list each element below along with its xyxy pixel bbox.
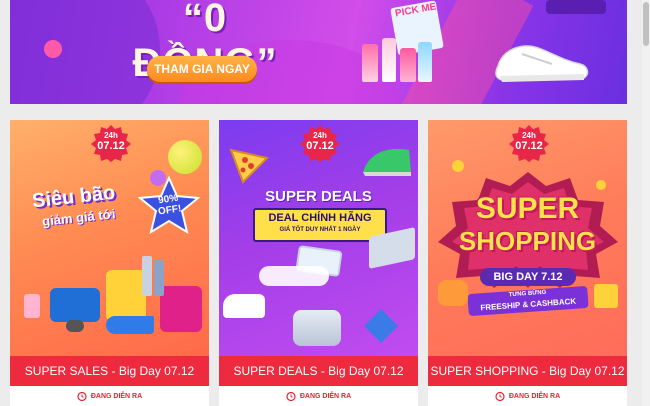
perfume-bottle-image xyxy=(24,294,40,318)
campaign-poster[interactable]: 24h 07.12 Siêu bão giảm giá tới 90% OFF! xyxy=(10,120,209,356)
pizza-image xyxy=(229,148,269,184)
badge-date: 07.12 xyxy=(97,140,125,152)
campaign-card-super-shopping[interactable]: 24h 07.12 SUPER SHOPPING BIG DAY 7.12 TƯ… xyxy=(428,120,627,406)
campaign-status: ĐANG DIỄN RA xyxy=(10,388,209,406)
campaign-status: ĐANG DIỄN RA xyxy=(428,388,627,406)
scooter-image xyxy=(438,280,468,306)
status-label: ĐANG DIỄN RA xyxy=(508,393,561,400)
cosmetic-bottle-image xyxy=(382,38,396,82)
badge-date: 07.12 xyxy=(515,140,543,152)
poster-headline: SUPER DEALS xyxy=(265,188,372,205)
handbag-image xyxy=(106,270,146,320)
deal-box: DEAL CHÍNH HÃNG GIÁ TỐT DUY NHẤT 1 NGÀY xyxy=(253,208,387,242)
sneaker-image xyxy=(495,45,589,82)
iron-image xyxy=(363,148,411,176)
high-heel-image xyxy=(106,316,154,334)
gift-box-image xyxy=(594,284,618,308)
decor-coin xyxy=(596,180,606,190)
cosmetic-bottle-image xyxy=(418,42,432,82)
campaign-card-super-sales[interactable]: 24h 07.12 Siêu bão giảm giá tới 90% OFF!… xyxy=(10,120,209,406)
perfume-bottle-image xyxy=(154,260,164,296)
decor-coin xyxy=(452,160,464,172)
decor-ball xyxy=(168,140,202,174)
hero-decor-bag xyxy=(546,0,606,14)
date-badge-text: 24h 07.12 xyxy=(299,130,341,152)
status-label: ĐANG DIỄN RA xyxy=(90,393,143,400)
scrollbar-thumb[interactable] xyxy=(643,2,649,46)
date-badge-text: 24h 07.12 xyxy=(90,130,132,152)
date-badge-text: 24h 07.12 xyxy=(508,130,550,152)
page-scrollbar[interactable] xyxy=(642,0,650,406)
pick-me-bag-image: PICK ME xyxy=(390,0,444,56)
handbag-image xyxy=(160,286,202,332)
cosmetic-bottle-image xyxy=(362,44,378,82)
badge-date: 07.12 xyxy=(306,140,334,152)
campaign-title[interactable]: SUPER SALES - Big Day 07.12 xyxy=(10,356,209,386)
campaign-poster[interactable]: 24h 07.12 SUPER DEALS DEAL CHÍNH HÃNG GI… xyxy=(219,120,418,356)
poster-offer: GIÁ TỐT DUY NHẤT 1 NGÀY xyxy=(279,227,361,233)
alarm-clock-icon xyxy=(495,392,505,402)
cosmetic-bottle-image xyxy=(400,48,416,82)
wristwatch-image xyxy=(66,320,84,332)
campaign-title[interactable]: SUPER DEALS - Big Day 07.12 xyxy=(219,356,418,386)
rice-cooker-image xyxy=(293,310,341,346)
poster-headline: SUPER xyxy=(475,192,580,225)
freeship-banner: TƯNG BỪNG FREESHIP & CASHBACK xyxy=(467,285,589,317)
handbag-image xyxy=(50,288,100,322)
join-now-button[interactable]: THAM GIA NGAY xyxy=(147,56,257,82)
hero-banner[interactable]: “0 ĐỒNG” THAM GIA NGAY PICK ME xyxy=(10,0,627,104)
sneaker-image xyxy=(223,294,265,318)
status-label: ĐANG DIỄN RA xyxy=(299,393,352,400)
hero-decor-dot xyxy=(44,40,62,58)
campaign-card-super-deals[interactable]: 24h 07.12 SUPER DEALS DEAL CHÍNH HÃNG GI… xyxy=(219,120,418,406)
decor-cube xyxy=(364,309,398,343)
pick-me-label: PICK ME xyxy=(394,1,438,20)
alarm-clock-icon xyxy=(286,392,296,402)
decor-cloud xyxy=(259,266,329,286)
campaign-poster[interactable]: 24h 07.12 SUPER SHOPPING BIG DAY 7.12 TƯ… xyxy=(428,120,627,356)
poster-subheadline: DEAL CHÍNH HÃNG xyxy=(268,212,372,224)
campaign-title[interactable]: SUPER SHOPPING - Big Day 07.12 xyxy=(428,356,627,386)
alarm-clock-icon xyxy=(77,392,87,402)
poster-offer: BIG DAY 7.12 xyxy=(480,268,576,286)
perfume-bottle-image xyxy=(142,256,152,296)
poster-subheadline: SHOPPING xyxy=(458,226,597,256)
campaign-status: ĐANG DIỄN RA xyxy=(219,388,418,406)
